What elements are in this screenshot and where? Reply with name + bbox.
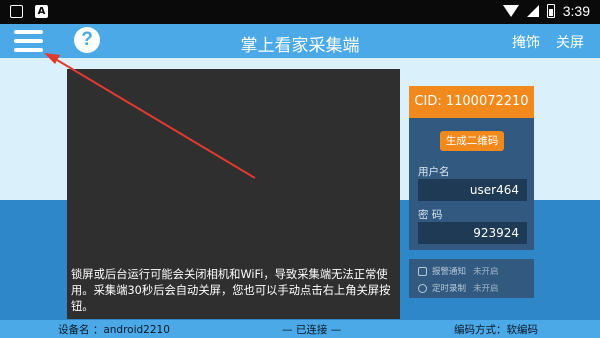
wifi-icon — [502, 5, 519, 17]
camera-preview[interactable]: 锁屏或后台运行可能会关闭相机和WiFi，导致采集端无法正常使用。采集端30秒后会… — [67, 69, 400, 319]
device-name: 设备名 ：android2210 — [58, 324, 170, 336]
account-panel: CID: 1100072210 生成二维码 用户名 user464 密 码 92… — [409, 86, 534, 250]
box-icon — [10, 5, 23, 18]
username-field: user464 — [418, 179, 527, 201]
alarm-icon — [418, 266, 427, 276]
title-bar: ? 掌上看家采集端 掩饰 关屏 — [0, 24, 600, 58]
hide-button[interactable]: 掩饰 — [512, 32, 540, 52]
page-title: 掌上看家采集端 — [240, 36, 360, 56]
alarm-notify-label: 报警通知 — [432, 267, 467, 277]
encoding-mode: 编码方式：软编码 — [454, 324, 538, 336]
timer-icon — [418, 283, 427, 293]
footer-bar: 设备名 ：android2210 — 已连接 — 编码方式：软编码 — [0, 320, 600, 338]
signal-icon — [526, 5, 539, 17]
timed-record-toggle[interactable]: 定时录制 未开启 — [418, 282, 499, 294]
close-screen-button[interactable]: 关屏 — [556, 32, 584, 52]
timed-record-label: 定时录制 — [432, 284, 467, 294]
battery-icon — [546, 4, 555, 18]
timed-record-state: 未开启 — [473, 284, 499, 294]
preview-notice: 锁屏或后台运行可能会关闭相机和WiFi，导致采集端无法正常使用。采集端30秒后会… — [71, 268, 391, 313]
username-label: 用户名 — [418, 166, 450, 178]
connection-status: — 已连接 — — [282, 324, 342, 336]
status-bar: A 3:39 — [0, 0, 600, 24]
cid-label: CID: 1100072210 — [409, 86, 534, 118]
password-field: 923924 — [418, 222, 527, 244]
generate-qr-button[interactable]: 生成二维码 — [440, 131, 504, 151]
alarm-notify-state: 未开启 — [473, 267, 499, 277]
alarm-notify-toggle[interactable]: 报警通知 未开启 — [418, 265, 499, 277]
password-label: 密 码 — [418, 209, 443, 221]
options-panel: 报警通知 未开启 定时录制 未开启 — [409, 259, 534, 298]
status-time: 3:39 — [562, 3, 590, 19]
a-icon: A — [35, 5, 48, 18]
